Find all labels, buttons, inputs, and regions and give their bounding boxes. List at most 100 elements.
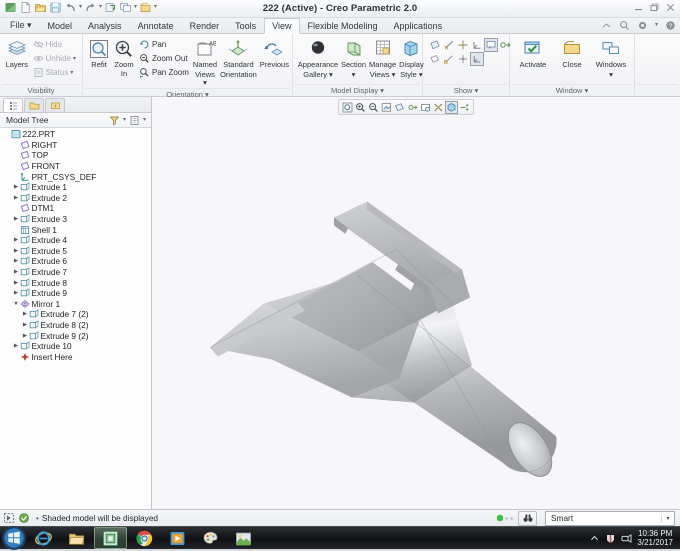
tree-expander-icon[interactable]: ▶ <box>21 333 29 339</box>
datum-axis-icon[interactable] <box>443 39 455 51</box>
filter-icon[interactable] <box>18 512 30 524</box>
csys-tag-icon[interactable] <box>470 52 484 66</box>
tab-file[interactable]: File ▾ <box>2 18 40 33</box>
tab-flexible-modeling[interactable]: Flexible Modeling <box>300 18 386 33</box>
tree-item[interactable]: DTM1 <box>0 203 151 214</box>
status-caret[interactable]: ▾ <box>70 69 73 76</box>
filter-caret[interactable]: ▾ <box>120 114 129 127</box>
close-window-ribbon-button[interactable]: Close <box>553 36 591 70</box>
display-style-button[interactable]: Display Style ▾ <box>398 36 425 79</box>
start-orb[interactable] <box>1 526 27 550</box>
tree-expander-icon[interactable]: ▶ <box>12 280 20 286</box>
saved-views-icon[interactable] <box>420 102 431 113</box>
tree-expander-icon[interactable]: ▶ <box>12 269 20 275</box>
named-views-button[interactable]: AB Named Views ▾ <box>192 36 218 88</box>
tree-item[interactable]: ▶ Extrude 7 <box>0 267 151 278</box>
pan-button[interactable]: Pan <box>137 38 191 51</box>
windows-button[interactable]: Windows ▾ <box>592 36 630 79</box>
model-tree-tab[interactable] <box>3 98 23 112</box>
annotation-icon[interactable] <box>484 38 498 52</box>
tree-item[interactable]: Insert Here <box>0 351 151 362</box>
tree-expander-icon[interactable]: ▶ <box>12 290 20 296</box>
tree-expander-icon[interactable]: ▶ <box>12 343 20 349</box>
tree-expander-icon[interactable]: ▶ <box>12 216 20 222</box>
graphics-viewport[interactable] <box>152 97 680 509</box>
datum-display-icon[interactable] <box>394 102 405 113</box>
tree-expander-icon[interactable]: ▶ <box>21 322 29 328</box>
tree-item[interactable]: FRONT <box>0 161 151 172</box>
settings-icon[interactable] <box>129 115 140 126</box>
hide-button[interactable]: Hide <box>31 38 78 51</box>
section-button[interactable]: Section ▾ <box>340 36 367 79</box>
tree-expander-icon[interactable]: ▼ <box>12 301 20 307</box>
datum-plane-icon[interactable] <box>429 39 441 51</box>
manage-views-button[interactable]: Manage Views ▾ <box>368 36 397 79</box>
selection-filter-dropdown[interactable]: Smart ▾ <box>545 510 675 526</box>
layers-button[interactable]: Layers <box>4 36 30 70</box>
selection-icon[interactable] <box>3 512 15 524</box>
selection-filter-caret[interactable]: ▾ <box>661 514 674 522</box>
settings-icon[interactable] <box>637 20 648 31</box>
photo-viewer-icon[interactable] <box>228 528 259 548</box>
close-button[interactable] <box>666 3 675 12</box>
view-manager-icon[interactable] <box>433 102 444 113</box>
tree-item[interactable]: ▶ Extrude 4 <box>0 235 151 246</box>
tab-applications[interactable]: Applications <box>386 18 451 33</box>
standard-orientation-button[interactable]: Standard Orientation <box>219 36 258 79</box>
creo-parametric-icon[interactable] <box>94 527 127 549</box>
display-style-icon[interactable] <box>445 100 458 114</box>
model-3d-part[interactable] <box>152 97 680 509</box>
search-icon[interactable] <box>619 20 630 31</box>
paint-icon[interactable] <box>195 528 226 548</box>
favorites-tab[interactable] <box>45 98 65 112</box>
tab-annotate[interactable]: Annotate <box>130 18 182 33</box>
tree-item[interactable]: ▶ Extrude 8 <box>0 277 151 288</box>
tab-tools[interactable]: Tools <box>227 18 264 33</box>
media-player-icon[interactable] <box>162 528 193 548</box>
axis-tag-icon[interactable] <box>443 53 455 65</box>
tree-item[interactable]: ▶ Extrude 1 <box>0 182 151 193</box>
minimize-button[interactable] <box>634 3 643 12</box>
tree-item[interactable]: Shell 1 <box>0 224 151 235</box>
tree-item[interactable]: ▶ Extrude 6 <box>0 256 151 267</box>
tree-item[interactable]: ▶ Extrude 9 <box>0 288 151 299</box>
tab-render[interactable]: Render <box>182 18 228 33</box>
refit-button[interactable]: Refit <box>87 36 111 70</box>
previous-view-button[interactable]: Previous <box>259 36 290 70</box>
folder-browser-tab[interactable] <box>24 98 44 112</box>
status-button[interactable]: Status ▾ <box>31 66 78 79</box>
zoom-out-button[interactable]: Zoom Out <box>137 52 191 65</box>
tree-item[interactable]: ▶ Extrude 9 (2) <box>0 330 151 341</box>
find-button[interactable] <box>518 510 537 526</box>
restore-button[interactable] <box>650 3 659 12</box>
unhide-button[interactable]: Unhide ▾ <box>31 52 78 65</box>
tree-expander-icon[interactable]: ▶ <box>12 258 20 264</box>
repaint-icon[interactable] <box>381 102 392 113</box>
tree-expander-icon[interactable]: ▶ <box>12 237 20 243</box>
tree-item[interactable]: ▶ Extrude 10 <box>0 341 151 352</box>
file-explorer-icon[interactable] <box>61 528 92 548</box>
pan-zoom-button[interactable]: Pan Zoom <box>137 66 191 79</box>
tab-model[interactable]: Model <box>40 18 81 33</box>
tree-item[interactable]: PRT_CSYS_DEF <box>0 171 151 182</box>
settings-caret[interactable]: ▾ <box>655 19 658 32</box>
tab-analysis[interactable]: Analysis <box>80 18 130 33</box>
unhide-caret[interactable]: ▾ <box>73 55 76 62</box>
tab-view[interactable]: View <box>264 18 300 34</box>
show-hidden-icons[interactable] <box>589 533 600 544</box>
zoom-out-icon[interactable] <box>368 102 379 113</box>
tree-item[interactable]: TOP <box>0 150 151 161</box>
tree-expander-icon[interactable]: ▶ <box>12 195 20 201</box>
tree-item[interactable]: ▶ Extrude 2 <box>0 193 151 204</box>
point-tag-icon[interactable] <box>457 53 469 65</box>
zoom-in-icon[interactable] <box>355 102 366 113</box>
tree-expander-icon[interactable]: ▶ <box>21 311 29 317</box>
tree-expander-icon[interactable]: ▶ <box>12 248 20 254</box>
plane-tag-icon[interactable] <box>429 53 441 65</box>
tree-item[interactable]: ▶ Extrude 8 (2) <box>0 320 151 331</box>
perspective-icon[interactable] <box>459 102 470 113</box>
tree-expander-icon[interactable]: ▶ <box>12 184 20 190</box>
network-icon[interactable] <box>621 533 632 544</box>
help-icon[interactable]: ? <box>665 20 676 31</box>
collapse-ribbon-icon[interactable] <box>601 20 612 31</box>
